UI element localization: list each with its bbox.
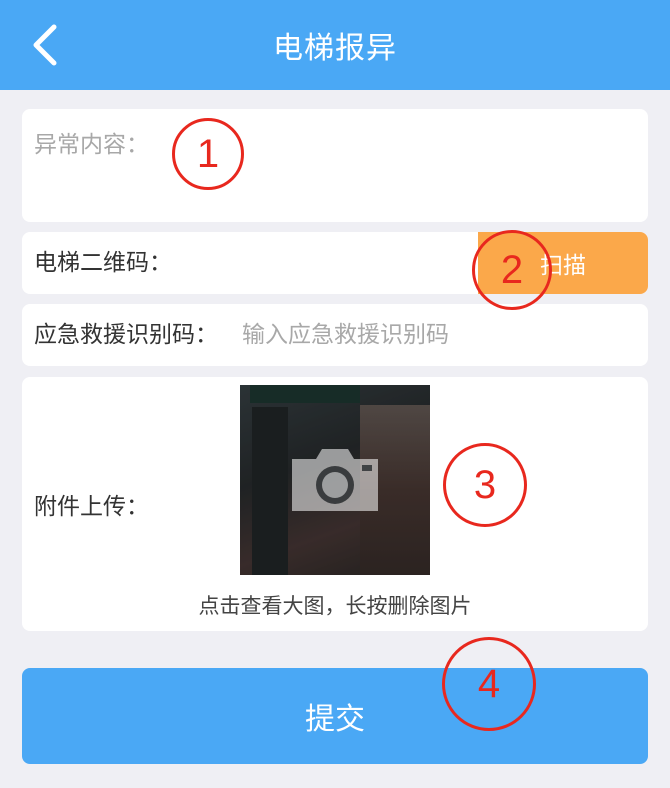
back-button[interactable] bbox=[20, 18, 70, 72]
annotation-marker-4: 4 bbox=[442, 637, 536, 731]
rescue-code-label: 应急救援识别码： bbox=[34, 322, 218, 348]
exception-content-field[interactable]: 异常内容： bbox=[22, 109, 648, 222]
attachment-upload-label: 附件上传： bbox=[34, 494, 149, 520]
elevator-qr-label: 电梯二维码： bbox=[34, 250, 172, 276]
page-title: 电梯报异 bbox=[273, 31, 397, 66]
annotation-marker-3: 3 bbox=[443, 443, 527, 527]
header-bar: 电梯报异 bbox=[0, 0, 670, 90]
rescue-code-row: 应急救援识别码： bbox=[22, 304, 648, 366]
submit-button[interactable]: 提交 bbox=[22, 668, 648, 764]
rescue-code-input[interactable] bbox=[242, 314, 632, 356]
exception-content-label: 异常内容： bbox=[34, 132, 149, 158]
camera-icon bbox=[292, 449, 378, 511]
elevator-qr-row: 电梯二维码： 扫描 bbox=[22, 232, 648, 294]
annotation-marker-1: 1 bbox=[172, 118, 244, 190]
chevron-left-icon bbox=[33, 24, 57, 66]
upload-hint-text: 点击查看大图，长按删除图片 bbox=[198, 594, 472, 618]
photo-thumbnail[interactable] bbox=[240, 385, 430, 575]
attachment-upload-card: 附件上传： 点击查看大图，长按删除图片 bbox=[22, 377, 648, 631]
annotation-marker-2: 2 bbox=[472, 230, 552, 310]
